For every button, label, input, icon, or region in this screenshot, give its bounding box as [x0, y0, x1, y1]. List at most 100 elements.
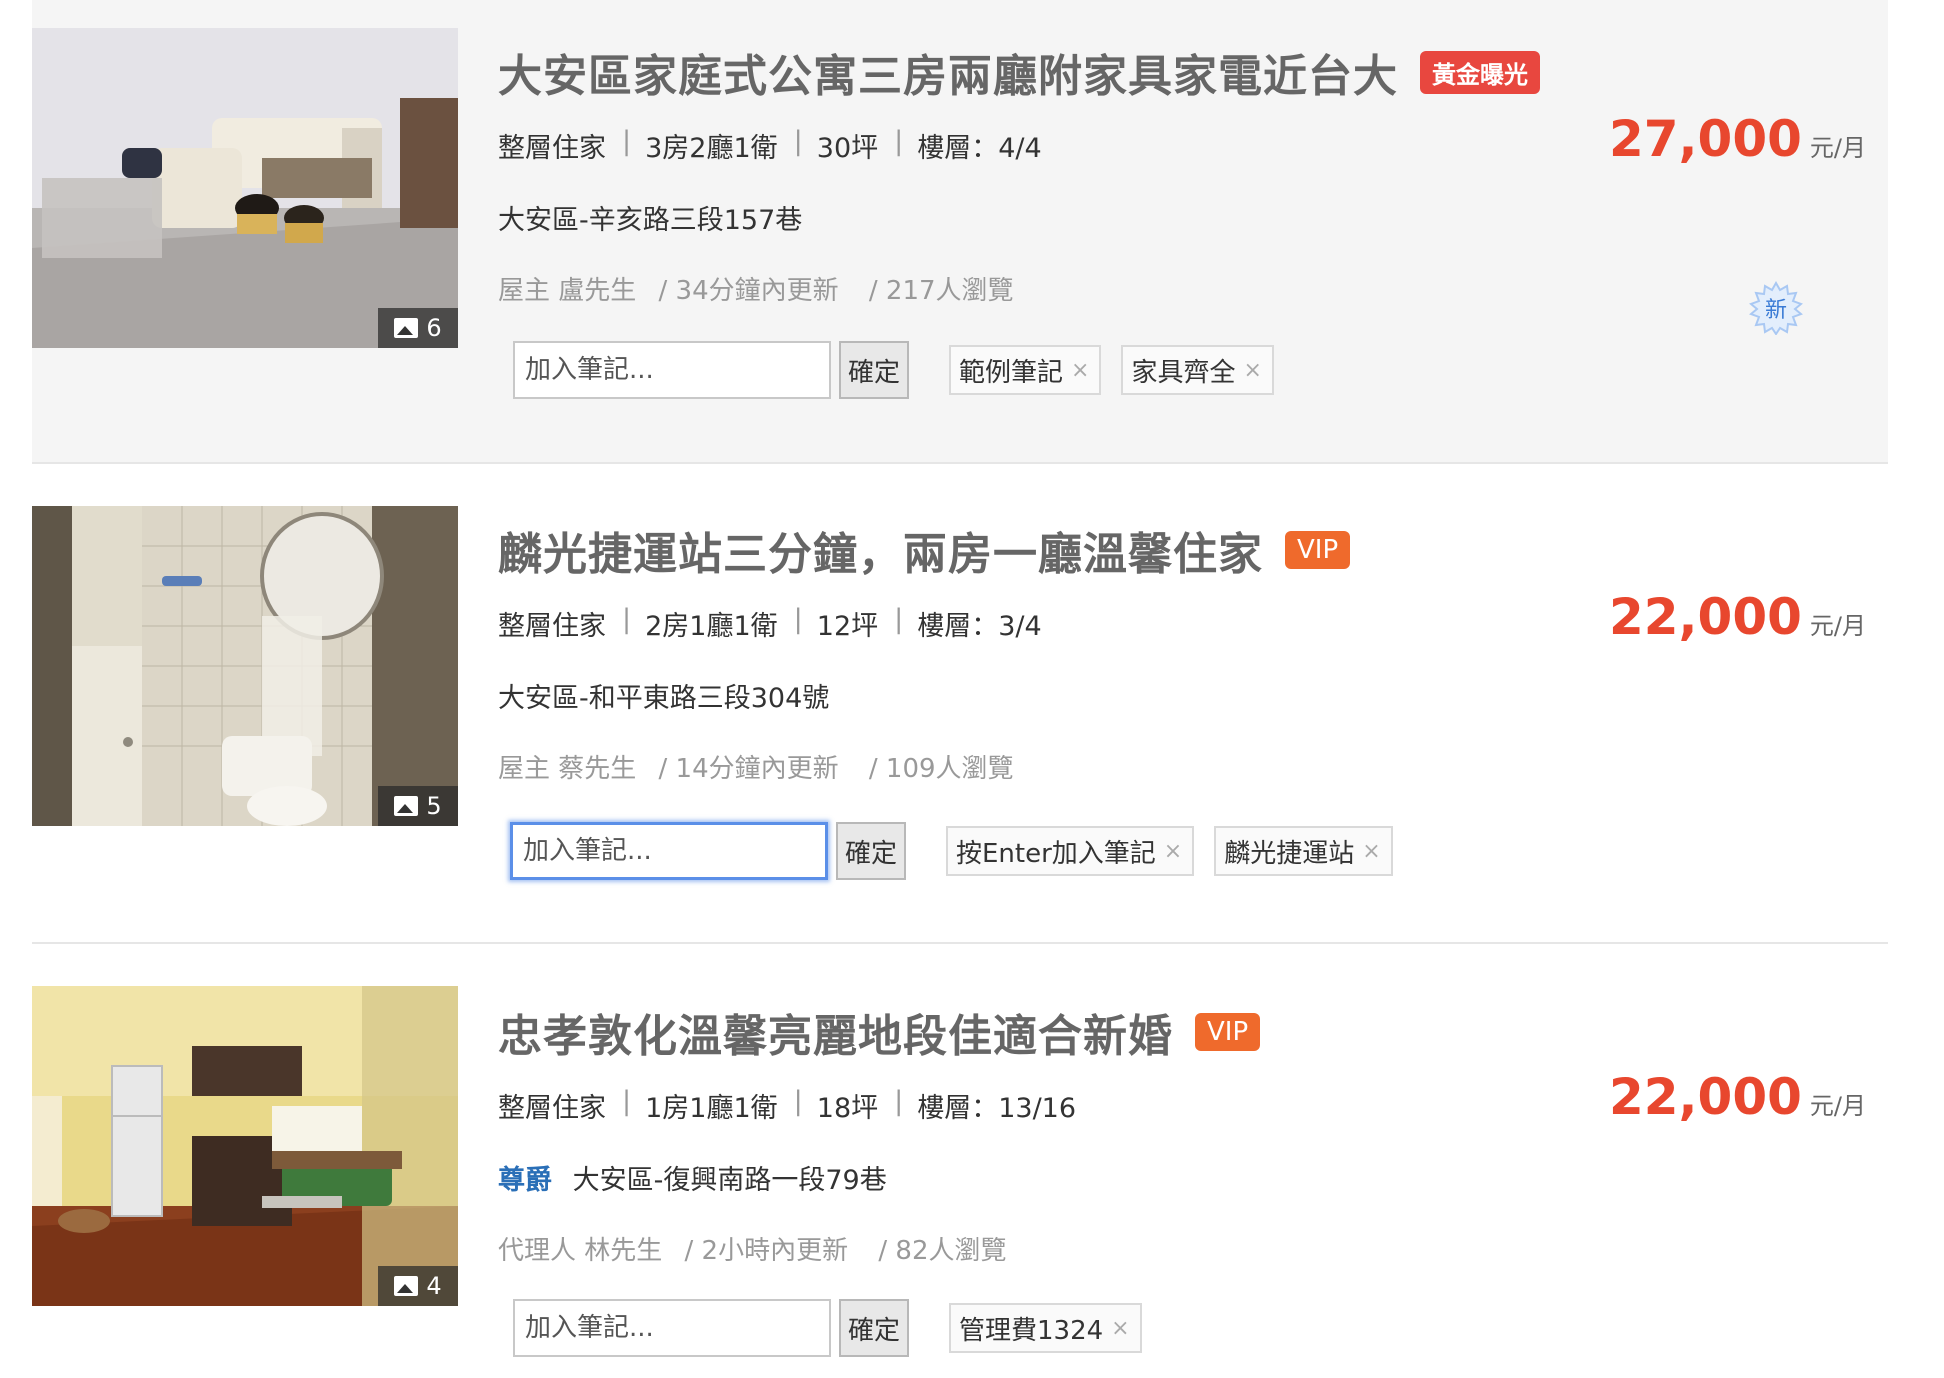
confirm-button[interactable]: 確定 [839, 1299, 909, 1357]
spec-area: 30坪 [816, 133, 879, 164]
close-icon[interactable]: × [1164, 839, 1182, 864]
listing-meta: 代理人 林先生 / 2小時內更新 / 82人瀏覽 [498, 1230, 1014, 1267]
tag-label: 按Enter加入筆記 [956, 838, 1156, 869]
image-icon [394, 796, 419, 816]
spec-type: 整層住家 [498, 133, 606, 164]
spec-layout: 3房2廳1衛 [645, 133, 778, 164]
note-row: 確定 範例筆記 × 家具齊全 × [513, 341, 1274, 399]
spec-separator: | [894, 604, 904, 635]
price-unit: 元/月 [1809, 1092, 1866, 1120]
title-row: 大安區家庭式公寓三房兩廳附家具家電近台大 黃金曝光 [498, 40, 1540, 104]
agent: 代理人 林先生 [498, 1236, 663, 1266]
updated-time: / 14分鐘內更新 [658, 754, 839, 784]
spec-type: 整層住家 [498, 1093, 606, 1124]
note-row: 確定 管理費1324 × [513, 1299, 1142, 1357]
price-unit: 元/月 [1809, 612, 1866, 640]
note-tag: 麟光捷運站 × [1214, 826, 1393, 876]
listing-specs: 整層住家 | 3房2廳1衛 | 30坪 | 樓層：4/4 [498, 126, 1042, 165]
updated-time: / 34分鐘內更新 [658, 276, 839, 306]
note-tag: 管理費1324 × [949, 1303, 1142, 1353]
spec-separator: | [793, 604, 803, 635]
spec-area: 18坪 [816, 1093, 879, 1124]
spec-separator: | [793, 1086, 803, 1117]
spec-layout: 1房1廳1衛 [645, 1093, 778, 1124]
spec-type: 整層住家 [498, 611, 606, 642]
listing-meta: 屋主 盧先生 / 34分鐘內更新 / 217人瀏覽 [498, 270, 1022, 307]
listing-card[interactable]: 5 麟光捷運站三分鐘，兩房一廳溫馨住家 VIP 整層住家 | 2房1廳1衛 | … [32, 462, 1888, 924]
confirm-button[interactable]: 確定 [836, 822, 906, 880]
address-text: 大安區-和平東路三段304號 [498, 683, 830, 714]
title-row: 忠孝敦化溫馨亮麗地段佳適合新婚 VIP [498, 1000, 1261, 1064]
close-icon[interactable]: × [1243, 358, 1261, 383]
listing-meta: 屋主 蔡先生 / 14分鐘內更新 / 109人瀏覽 [498, 748, 1022, 785]
listing-price: 22,000 元/月 [1609, 1068, 1866, 1126]
note-tags: 範例筆記 × 家具齊全 × [949, 345, 1274, 395]
owner: 屋主 盧先生 [498, 276, 637, 306]
listing-price: 22,000 元/月 [1609, 588, 1866, 646]
gold-exposure-badge: 黃金曝光 [1420, 50, 1540, 94]
listing-photo[interactable]: 5 [32, 506, 458, 826]
note-input[interactable] [513, 1299, 831, 1357]
photo-count: 4 [426, 1272, 442, 1300]
new-label: 新 [1764, 298, 1787, 323]
photo-count-badge: 5 [378, 786, 458, 826]
image-icon [394, 1276, 419, 1296]
listing-card[interactable]: 6 大安區家庭式公寓三房兩廳附家具家電近台大 黃金曝光 整層住家 | 3房2廳1… [32, 0, 1888, 462]
close-icon[interactable]: × [1111, 1316, 1129, 1341]
updated-time: / 2小時內更新 [684, 1236, 849, 1266]
price-amount: 22,000 [1608, 588, 1802, 646]
listing-photo[interactable]: 4 [32, 986, 458, 1306]
spec-separator: | [622, 604, 632, 635]
listing-list: 6 大安區家庭式公寓三房兩廳附家具家電近台大 黃金曝光 整層住家 | 3房2廳1… [0, 0, 1944, 1378]
listing-price: 27,000 元/月 [1609, 110, 1866, 168]
spec-separator: | [793, 126, 803, 157]
title-row: 麟光捷運站三分鐘，兩房一廳溫馨住家 VIP [498, 518, 1351, 582]
listing-title[interactable]: 大安區家庭式公寓三房兩廳附家具家電近台大 [498, 40, 1398, 104]
spec-separator: | [894, 1086, 904, 1117]
price-amount: 22,000 [1608, 1068, 1802, 1126]
noble-badge: 尊爵 [498, 1165, 552, 1196]
listing-specs: 整層住家 | 1房1廳1衛 | 18坪 | 樓層：13/16 [498, 1086, 1076, 1125]
listing-card[interactable]: 4 忠孝敦化溫馨亮麗地段佳適合新婚 VIP 整層住家 | 1房1廳1衛 | 18… [32, 942, 1888, 1378]
note-input[interactable] [510, 822, 828, 880]
photo-count: 5 [426, 792, 442, 820]
new-badge: 新 [1749, 280, 1803, 336]
listing-address: 大安區-和平東路三段304號 [498, 676, 829, 715]
spec-layout: 2房1廳1衛 [645, 611, 778, 642]
view-count: / 109人瀏覽 [868, 754, 1014, 784]
close-icon[interactable]: × [1362, 839, 1380, 864]
listing-address: 尊爵 大安區-復興南路一段79巷 [498, 1158, 887, 1197]
spec-floor: 樓層：3/4 [917, 611, 1042, 642]
apartment-photo [32, 986, 458, 1306]
price-unit: 元/月 [1809, 134, 1866, 162]
image-icon [394, 318, 419, 338]
tag-label: 家具齊全 [1131, 357, 1236, 388]
confirm-button[interactable]: 確定 [839, 341, 909, 399]
photo-count-badge: 6 [378, 308, 458, 348]
listing-address: 大安區-辛亥路三段157巷 [498, 198, 802, 237]
spec-floor: 樓層：4/4 [917, 133, 1042, 164]
listing-title[interactable]: 麟光捷運站三分鐘，兩房一廳溫馨住家 [498, 518, 1263, 582]
close-icon[interactable]: × [1071, 358, 1089, 383]
listing-specs: 整層住家 | 2房1廳1衛 | 12坪 | 樓層：3/4 [498, 604, 1042, 643]
note-input[interactable] [513, 341, 831, 399]
listing-photo[interactable]: 6 [32, 28, 458, 348]
price-amount: 27,000 [1608, 110, 1802, 168]
spec-separator: | [622, 126, 632, 157]
spec-separator: | [622, 1086, 632, 1117]
listing-title[interactable]: 忠孝敦化溫馨亮麗地段佳適合新婚 [498, 1000, 1173, 1064]
note-row: 確定 按Enter加入筆記 × 麟光捷運站 × [510, 822, 1393, 880]
spec-floor: 樓層：13/16 [917, 1093, 1077, 1124]
spec-separator: | [894, 126, 904, 157]
living-room-photo [32, 28, 458, 348]
view-count: / 217人瀏覽 [868, 276, 1014, 306]
photo-count: 6 [426, 314, 442, 342]
note-tags: 管理費1324 × [949, 1303, 1142, 1353]
bathroom-photo [32, 506, 458, 826]
note-tag: 範例筆記 × [949, 345, 1102, 395]
note-tag: 按Enter加入筆記 × [946, 826, 1195, 876]
address-text: 大安區-復興南路一段79巷 [572, 1165, 887, 1196]
tag-label: 麟光捷運站 [1224, 838, 1355, 869]
note-tag: 家具齊全 × [1121, 345, 1274, 395]
address-text: 大安區-辛亥路三段157巷 [498, 205, 803, 236]
